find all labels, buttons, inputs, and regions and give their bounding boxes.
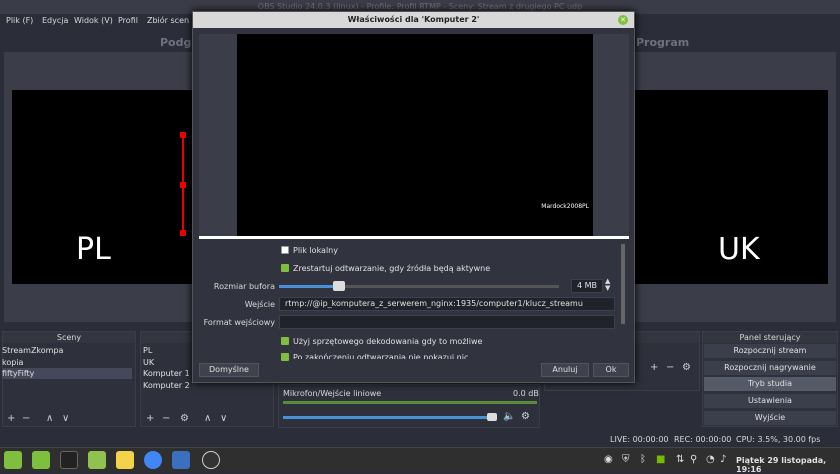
buffer-value-field[interactable]: 4 MB xyxy=(571,279,603,293)
preview-text-pl: PL xyxy=(76,232,111,267)
shield-icon[interactable]: ⛨ xyxy=(622,454,630,465)
buffer-slider-fill xyxy=(279,285,335,288)
mute-speaker-icon[interactable]: 🔈 xyxy=(503,411,515,422)
resize-handle[interactable] xyxy=(180,132,186,138)
dialog-scrollbar[interactable] xyxy=(621,244,625,324)
restart-label: Zrestartuj odtwarzanie, gdy źródła będą … xyxy=(293,264,491,273)
move-up-icon[interactable]: ∧ xyxy=(46,413,53,425)
dialog-preview-canvas: Mardock2008PL xyxy=(237,34,593,238)
rec-status: REC: 00:00:00 xyxy=(674,435,732,444)
buffer-slider-handle[interactable] xyxy=(333,281,345,291)
mail-icon[interactable] xyxy=(172,451,190,469)
terminal-icon[interactable] xyxy=(60,451,78,469)
remove-source-icon[interactable]: − xyxy=(162,413,170,425)
input-format-label: Format wejściowy xyxy=(203,318,275,327)
ok-button[interactable]: Ok xyxy=(593,363,629,377)
scenes-title: Sceny xyxy=(3,332,135,343)
restart-checkbox[interactable] xyxy=(281,264,289,272)
add-transition-icon[interactable]: + xyxy=(650,362,658,374)
hw-decode-label: Użyj sprzętowego dekodowania gdy to możl… xyxy=(293,337,483,346)
add-source-icon[interactable]: + xyxy=(146,413,154,425)
start-stream-button[interactable]: Rozpocznij stream xyxy=(704,344,836,358)
remove-transition-icon[interactable]: − xyxy=(666,362,674,374)
controls-title: Panel sterujący xyxy=(703,332,837,343)
dialog-preview: Mardock2008PL xyxy=(199,34,629,238)
mixer-level: 0.0 dB xyxy=(513,389,539,398)
volume-icon[interactable]: ♪ xyxy=(720,454,726,465)
add-scene-icon[interactable]: + xyxy=(7,413,15,425)
obs-tray-icon[interactable]: ◉ xyxy=(604,454,613,465)
properties-dialog: Właściwości dla 'Komputer 2' ✕ Mardock20… xyxy=(192,11,635,383)
files-icon[interactable] xyxy=(32,451,50,469)
menu-file[interactable]: Plik (F) xyxy=(6,16,33,25)
transition-gear-icon[interactable]: ⚙ xyxy=(682,362,691,374)
live-status: LIVE: 00:00:00 xyxy=(610,435,669,444)
menu-start-icon[interactable] xyxy=(4,451,22,469)
resize-handle[interactable] xyxy=(180,230,186,236)
source-down-icon[interactable]: ∨ xyxy=(220,413,227,425)
input-url-field[interactable]: rtmp://@ip_komputera_z_serwerem_nginx:19… xyxy=(279,297,615,311)
cpu-status: CPU: 3.5%, 30.00 fps xyxy=(736,435,821,444)
buffer-spinner-icon[interactable]: ▲ ▼ xyxy=(605,278,610,292)
hw-decode-checkbox[interactable] xyxy=(281,337,289,345)
exit-button[interactable]: Wyjście xyxy=(704,411,836,425)
location-icon[interactable]: ⚲ xyxy=(690,454,697,465)
program-text-uk: UK xyxy=(718,232,760,267)
audio-mixer: Mikrofon/Wejście liniowe 0.0 dB 🔈 ⚙ xyxy=(278,384,540,428)
local-file-label: Plik lokalny xyxy=(293,246,338,255)
volume-slider-handle[interactable] xyxy=(487,413,497,421)
move-down-icon[interactable]: ∨ xyxy=(62,413,69,425)
preview-label: Podgl xyxy=(160,36,196,49)
input-format-field[interactable] xyxy=(279,315,615,329)
folder-icon[interactable] xyxy=(88,451,106,469)
resize-handle[interactable] xyxy=(180,182,186,188)
buffer-label: Rozmiar bufora xyxy=(213,282,275,291)
menu-view[interactable]: Widok (V) xyxy=(74,16,113,25)
dialog-title: Właściwości dla 'Komputer 2' xyxy=(193,12,634,28)
close-icon[interactable]: ✕ xyxy=(618,15,628,25)
clock[interactable]: Piątek 29 listopada, 19:16 xyxy=(736,456,840,474)
program-label: Program xyxy=(636,36,690,49)
start-recording-button[interactable]: Rozpocznij nagrywanie xyxy=(704,361,836,375)
defaults-button[interactable]: Domyślne xyxy=(199,363,259,377)
scene-item[interactable]: StreamZkompa xyxy=(2,345,132,356)
bluetooth-icon[interactable]: ᛒ xyxy=(640,454,646,465)
settings-button[interactable]: Ustawienia xyxy=(704,394,836,408)
chrome-icon[interactable] xyxy=(144,451,162,469)
cancel-button[interactable]: Anuluj xyxy=(541,363,589,377)
nvidia-icon[interactable]: ■ xyxy=(656,454,665,465)
notes-icon[interactable] xyxy=(116,451,134,469)
remove-scene-icon[interactable]: − xyxy=(22,413,30,425)
preview-separator[interactable] xyxy=(199,236,629,239)
menu-scene-collection[interactable]: Zbiór scen xyxy=(147,16,189,25)
local-file-checkbox[interactable] xyxy=(281,246,289,254)
obs-taskbar-icon[interactable] xyxy=(202,451,220,469)
hide-on-end-checkbox[interactable] xyxy=(281,353,289,361)
mixer-gear-icon[interactable]: ⚙ xyxy=(521,411,530,422)
scene-item[interactable]: kopia xyxy=(2,357,132,368)
hide-on-end-label: Po zakończeniu odtwarzania nie pokazuj n… xyxy=(293,353,469,359)
input-label: Wejście xyxy=(244,300,275,309)
scene-item-selected[interactable]: fiftyFifty xyxy=(2,368,132,379)
source-up-icon[interactable]: ∧ xyxy=(204,413,211,425)
volume-meter xyxy=(283,401,537,404)
volume-slider[interactable] xyxy=(283,416,493,419)
source-properties-gear-icon[interactable]: ⚙ xyxy=(180,413,189,425)
menu-profile[interactable]: Profil xyxy=(118,16,138,25)
mixer-track-name: Mikrofon/Wejście liniowe xyxy=(283,389,382,398)
wifi-icon[interactable]: ◔ xyxy=(706,454,715,465)
menu-edit[interactable]: Edycja xyxy=(42,16,68,25)
studio-mode-button[interactable]: Tryb studia xyxy=(704,377,836,391)
preview-watermark: Mardock2008PL xyxy=(541,203,589,210)
network-icon[interactable]: ⇅ xyxy=(676,454,684,465)
